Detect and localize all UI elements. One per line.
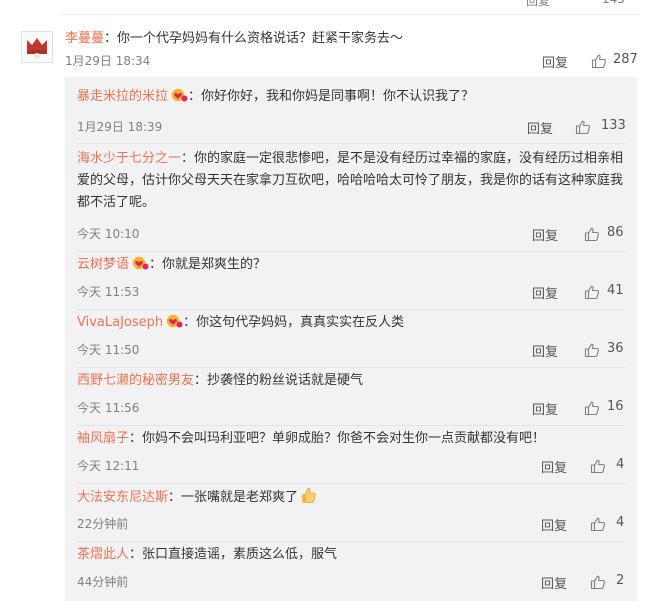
- thumbs-up-emoji-icon: [302, 487, 316, 503]
- reply-time: 44分钟前: [77, 575, 129, 589]
- reply-button[interactable]: 回复: [541, 573, 567, 592]
- reply-username[interactable]: 云树梦语: [77, 257, 129, 272]
- reply-username[interactable]: 暴走米拉的米拉: [77, 89, 168, 104]
- main-comment-line: 李蔓蔓：你一个代孕妈妈有什么资格说话？赶紧干家务去～: [65, 29, 403, 49]
- reply-item: 暴走米拉的米拉 ：你好你好，我和你妈是同事啊！你不认识我了？ 1月29日 18:3…: [77, 86, 626, 144]
- reply-body: VivaLaJoseph ：你这句代孕妈妈，真真实实在反人类: [77, 310, 625, 334]
- like-count: 2: [616, 573, 625, 588]
- reply-body: 袖风扇子：你妈不会叫玛利亚吧？单卵成胎？你爸不会对生你一点贡献都没有吧！: [77, 426, 625, 450]
- reply-button[interactable]: 回复: [526, 0, 550, 9]
- like-count: 41: [607, 283, 624, 298]
- reply-button[interactable]: 回复: [532, 283, 558, 302]
- like-count: 145: [602, 0, 625, 6]
- heart-badge-icon: [171, 88, 188, 102]
- reply-body: 茶熠此人：张口直接造谣，素质这么低，服气: [77, 542, 625, 566]
- reply-text: ：抄袭怪的粉丝说话就是硬气: [194, 373, 364, 388]
- reply-item: 海水少于七分之一：你的家庭一定很悲惨吧，是不是没有经历过幸福的家庭，没有经历过相…: [77, 144, 625, 252]
- heart-badge-icon: [166, 314, 183, 328]
- reply-body: 大法安东尼达斯：一张嘴就是老郑爽了: [77, 484, 625, 509]
- reply-username[interactable]: 袖风扇子: [77, 431, 129, 446]
- like-count: 86: [607, 225, 624, 240]
- reply-text: ：张口直接造谣，素质这么低，服气: [129, 547, 338, 562]
- reply-username[interactable]: VivaLaJoseph: [77, 315, 163, 330]
- main-comment-username[interactable]: 李蔓蔓: [65, 31, 104, 46]
- replies-panel: 暴走米拉的米拉 ：你好你好，我和你妈是同事啊！你不认识我了？ 1月29日 18:3…: [65, 77, 637, 601]
- thumbs-up-icon[interactable]: [590, 458, 606, 474]
- reply-time: 今天 11:56: [77, 401, 140, 415]
- reply-body: 云树梦语 ：你就是郑爽生的？: [77, 252, 625, 276]
- reply-username[interactable]: 茶熠此人: [77, 547, 129, 562]
- thumbs-up-icon[interactable]: [590, 574, 606, 590]
- thumbs-up-icon[interactable]: [584, 342, 600, 358]
- reply-body: 暴走米拉的米拉 ：你好你好，我和你妈是同事啊！你不认识我了？: [77, 86, 625, 108]
- like-count: 4: [616, 457, 625, 472]
- main-comment-time: 1月29日 18:34: [65, 54, 151, 68]
- crown-avatar-icon[interactable]: [21, 31, 53, 63]
- reply-time: 今天 11:50: [77, 343, 140, 357]
- divider: [62, 14, 640, 15]
- reply-button[interactable]: 回复: [542, 52, 568, 71]
- previous-comment-actions: 回复 145: [526, 0, 636, 9]
- thumbs-up-icon[interactable]: [584, 284, 600, 300]
- reply-item: 袖风扇子：你妈不会叫玛利亚吧？单卵成胎？你爸不会对生你一点贡献都没有吧！ 今天 …: [77, 426, 625, 484]
- reply-button[interactable]: 回复: [532, 225, 558, 244]
- like-count: 133: [601, 118, 626, 133]
- reply-item: 云树梦语 ：你就是郑爽生的？ 今天 11:53 回复 41: [77, 252, 625, 310]
- reply-item: VivaLaJoseph ：你这句代孕妈妈，真真实实在反人类 今天 11:50 回…: [77, 310, 625, 368]
- like-count: 4: [616, 515, 625, 530]
- reply-username[interactable]: 西野七濑的秘密男友: [77, 373, 194, 388]
- like-count: 287: [613, 52, 638, 67]
- reply-item: 大法安东尼达斯：一张嘴就是老郑爽了 22分钟前 回复 4: [77, 484, 625, 542]
- reply-button[interactable]: 回复: [541, 515, 567, 534]
- reply-username[interactable]: 海水少于七分之一: [77, 151, 181, 166]
- comment-thread: 回复 145 李蔓蔓：你一个代孕妈妈有什么资格说话？赶紧干家务去～ 1月29日 …: [0, 0, 658, 601]
- reply-button[interactable]: 回复: [532, 399, 558, 418]
- thumbs-up-icon[interactable]: [575, 119, 591, 135]
- reply-body: 海水少于七分之一：你的家庭一定很悲惨吧，是不是没有经历过幸福的家庭，没有经历过相…: [77, 144, 625, 214]
- reply-time: 1月29日 18:39: [77, 120, 163, 134]
- reply-text: ：你这句代孕妈妈，真真实实在反人类: [183, 315, 405, 330]
- reply-time: 今天 10:10: [77, 227, 140, 241]
- like-count: 36: [607, 341, 624, 356]
- reply-button[interactable]: 回复: [541, 457, 567, 476]
- main-comment-text: ：你一个代孕妈妈有什么资格说话？赶紧干家务去～: [104, 31, 404, 46]
- reply-body: 西野七濑的秘密男友：抄袭怪的粉丝说话就是硬气: [77, 368, 625, 392]
- reply-button[interactable]: 回复: [527, 118, 553, 137]
- reply-button[interactable]: 回复: [532, 341, 558, 360]
- thumbs-up-icon[interactable]: [584, 400, 600, 416]
- reply-time: 22分钟前: [77, 517, 129, 531]
- reply-text: ：一张嘴就是老郑爽了: [168, 490, 299, 505]
- reply-time: 今天 11:53: [77, 285, 140, 299]
- reply-item: 茶熠此人：张口直接造谣，素质这么低，服气 44分钟前 回复 2: [77, 542, 625, 600]
- reply-text: ：你妈不会叫玛利亚吧？单卵成胎？你爸不会对生你一点贡献都没有吧！: [129, 431, 546, 446]
- like-count: 16: [607, 399, 624, 414]
- reply-username[interactable]: 大法安东尼达斯: [77, 490, 168, 505]
- reply-text: ：你好你好，我和你妈是同事啊！你不认识我了？: [188, 89, 475, 104]
- reply-time: 今天 12:11: [77, 459, 140, 473]
- reply-item: 西野七濑的秘密男友：抄袭怪的粉丝说话就是硬气 今天 11:56 回复 16: [77, 368, 625, 426]
- thumbs-up-icon[interactable]: [591, 53, 607, 69]
- heart-badge-icon: [132, 256, 149, 270]
- reply-text: ：你就是郑爽生的？: [149, 257, 267, 272]
- thumbs-up-icon[interactable]: [590, 516, 606, 532]
- thumbs-up-icon[interactable]: [584, 226, 600, 242]
